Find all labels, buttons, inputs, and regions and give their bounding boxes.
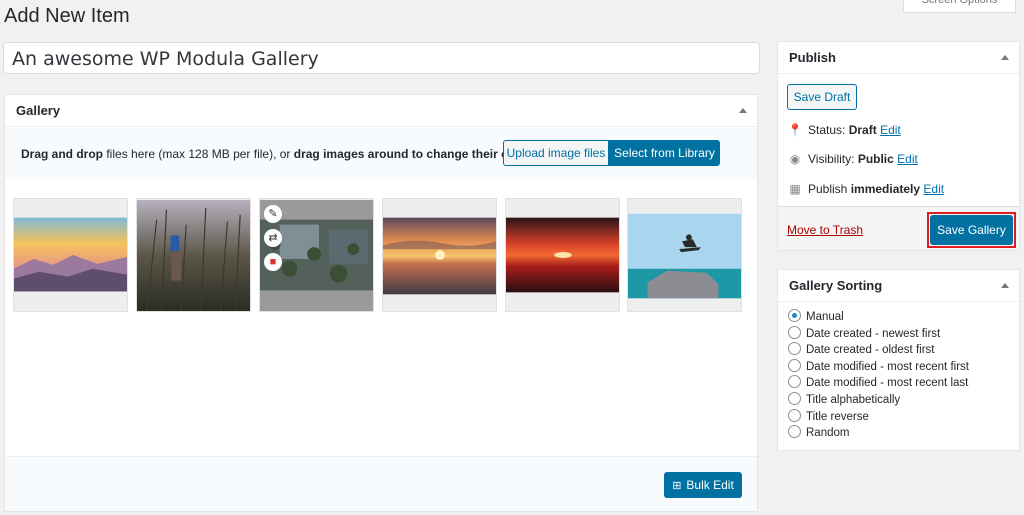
gallery-metabox: Gallery Drag and drop files here (max 12…: [4, 94, 758, 512]
gallery-image-red-sunset[interactable]: [505, 198, 620, 312]
gallery-image-skateboard-jump[interactable]: [627, 198, 742, 312]
collapse-arrow-icon[interactable]: [739, 108, 747, 113]
sorting-header[interactable]: Gallery Sorting: [778, 270, 1019, 302]
gallery-sorting-metabox: Gallery Sorting Manual Date created - ne…: [777, 269, 1020, 451]
sort-option-random[interactable]: Random: [788, 425, 969, 442]
collapse-arrow-icon[interactable]: [1001, 55, 1009, 60]
radio[interactable]: [788, 375, 801, 389]
screen-options-button[interactable]: Screen Options: [903, 0, 1016, 13]
bulk-edit-icon: ⊞: [672, 480, 682, 492]
publish-header[interactable]: Publish: [778, 42, 1019, 74]
edit-pencil-icon[interactable]: ✎: [264, 205, 282, 223]
eye-icon: ◉: [789, 152, 801, 166]
visibility-row: ◉ Visibility: Public Edit: [786, 152, 918, 166]
gallery-header[interactable]: Gallery: [5, 95, 757, 127]
sort-option-title-alpha[interactable]: Title alphabetically: [788, 391, 969, 409]
radio[interactable]: [788, 408, 801, 422]
trash-icon[interactable]: ■: [264, 253, 282, 271]
sort-option-date-modified-recent-last[interactable]: Date modified - most recent last: [788, 375, 969, 392]
publish-metabox: Publish Save Draft 📍 Status: Draft Edit ◉…: [777, 41, 1020, 251]
select-from-library-button[interactable]: Select from Library: [609, 140, 720, 166]
edit-publish-time-link[interactable]: Edit: [923, 182, 944, 196]
gallery-heading: Gallery: [16, 103, 61, 118]
skateboard-jump-image: [628, 213, 741, 299]
radio[interactable]: [788, 358, 801, 372]
person-phone-image: [137, 199, 250, 311]
status-row: 📍 Status: Draft Edit: [787, 123, 901, 137]
ocean-sunset-image: [383, 217, 496, 295]
sorting-options: Manual Date created - newest first Date …: [788, 309, 969, 442]
pin-icon: 📍: [787, 123, 803, 137]
gallery-footer: ⊞ Bulk Edit: [5, 456, 757, 511]
publish-time-row: ▦ Publish immediately Edit: [786, 182, 944, 196]
red-sunset-image: [506, 217, 619, 293]
sort-option-title-reverse[interactable]: Title reverse: [788, 408, 969, 426]
upload-dropzone[interactable]: Drag and drop files here (max 128 MB per…: [5, 128, 757, 180]
edit-visibility-link[interactable]: Edit: [897, 152, 918, 166]
gallery-image-mountain-sunrise[interactable]: [13, 198, 128, 312]
radio[interactable]: [788, 425, 801, 439]
radio-selected[interactable]: [788, 309, 801, 322]
image-actions: ✎ ⇄ ■: [264, 205, 286, 277]
publish-actions: Move to Trash Save Gallery: [778, 206, 1019, 250]
radio[interactable]: [788, 391, 801, 405]
mountain-sunrise-image: [14, 217, 127, 292]
move-to-trash-link[interactable]: Move to Trash: [787, 223, 863, 237]
bulk-edit-button[interactable]: ⊞ Bulk Edit: [664, 472, 742, 498]
radio[interactable]: [788, 342, 801, 356]
publish-heading: Publish: [789, 50, 836, 65]
edit-status-link[interactable]: Edit: [880, 123, 901, 137]
gallery-image-plants-wall[interactable]: ✎ ⇄ ■: [259, 198, 374, 312]
shuffle-icon[interactable]: ⇄: [264, 229, 282, 247]
sorting-heading: Gallery Sorting: [789, 278, 883, 293]
calendar-icon: ▦: [789, 182, 801, 196]
sort-option-date-modified-recent-first[interactable]: Date modified - most recent first: [788, 358, 969, 376]
save-gallery-button[interactable]: Save Gallery: [930, 215, 1013, 245]
sort-option-date-created-newest[interactable]: Date created - newest first: [788, 325, 969, 343]
sort-option-date-created-oldest[interactable]: Date created - oldest first: [788, 342, 969, 359]
radio[interactable]: [788, 325, 801, 339]
sort-option-manual[interactable]: Manual: [788, 309, 969, 326]
save-draft-button[interactable]: Save Draft: [787, 84, 857, 110]
post-title-input[interactable]: An awesome WP Modula Gallery: [3, 42, 760, 74]
dropzone-text: Drag and drop files here (max 128 MB per…: [21, 147, 532, 161]
upload-image-files-button[interactable]: Upload image files: [503, 140, 609, 166]
collapse-arrow-icon[interactable]: [1001, 283, 1009, 288]
gallery-image-ocean-sunset[interactable]: [382, 198, 497, 312]
page-title: Add New Item: [4, 5, 130, 27]
gallery-image-person-phone-grass[interactable]: [136, 198, 251, 312]
